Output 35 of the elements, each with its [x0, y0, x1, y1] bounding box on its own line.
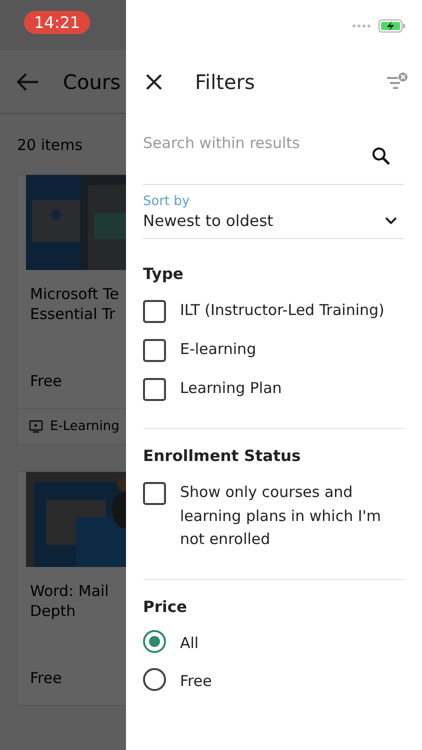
course-card[interactable]: Microsoft Te Essential Tr Free E-Learning — [17, 174, 126, 445]
close-icon[interactable] — [145, 73, 163, 91]
battery-icon — [378, 19, 406, 33]
back-arrow-icon[interactable] — [17, 72, 39, 90]
checkbox[interactable] — [143, 378, 166, 401]
status-time: 14:21 — [24, 11, 90, 34]
option-label: Show only courses and learning plans in which I'm not enrolled — [180, 482, 382, 550]
checkbox[interactable] — [143, 482, 166, 505]
course-price: Free — [29, 668, 63, 689]
search-icon[interactable] — [372, 147, 390, 165]
course-card[interactable]: Word: Mail Depth Free — [17, 471, 126, 706]
chevron-down-icon — [385, 217, 397, 225]
clear-filters-icon[interactable] — [386, 72, 408, 92]
section-title: Enrollment Status — [143, 447, 302, 465]
course-title: Microsoft Te Essential Tr — [29, 284, 120, 325]
signal-icon — [352, 24, 372, 28]
page-title: Cours — [63, 70, 121, 94]
course-price: Free — [29, 371, 63, 392]
checkbox[interactable] — [143, 300, 166, 323]
course-title: Word: Mail Depth — [29, 581, 110, 622]
section-title: Price — [143, 598, 188, 616]
option-label: ILT (Instructor-Led Training) — [180, 300, 384, 321]
option-label: Free — [180, 671, 212, 692]
item-count: 20 items — [17, 136, 84, 154]
checkbox[interactable] — [143, 339, 166, 362]
radio-button[interactable] — [143, 668, 166, 691]
option-label: All — [180, 632, 199, 654]
section-title: Type — [143, 265, 184, 283]
radio-button[interactable] — [143, 630, 166, 652]
course-type: E-Learning — [50, 419, 120, 434]
option-label: Learning Plan — [180, 378, 282, 399]
sort-dropdown[interactable]: Sort by Newest to oldest — [143, 185, 404, 239]
option-label: E-learning — [180, 339, 256, 360]
video-icon — [29, 420, 43, 433]
panel-title: Filters — [195, 70, 255, 94]
